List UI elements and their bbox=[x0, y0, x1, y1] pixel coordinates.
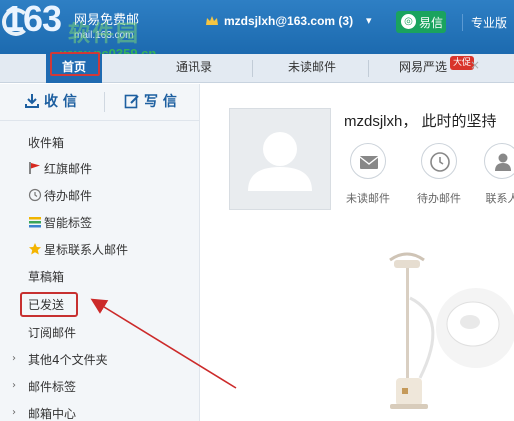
folder-mail-tags[interactable]: 邮件标签 bbox=[28, 378, 76, 396]
folder-label: 其他4个文件夹 bbox=[28, 353, 108, 367]
folder-inbox[interactable]: 收件箱 bbox=[28, 134, 64, 152]
clock-icon bbox=[421, 143, 457, 179]
write-label: 写 信 bbox=[144, 94, 177, 110]
pro-version-link[interactable]: 专业版 bbox=[462, 14, 507, 31]
chevron-right-icon[interactable]: › bbox=[12, 407, 16, 418]
tags-icon bbox=[29, 217, 41, 228]
folder-subscriptions[interactable]: 订阅邮件 bbox=[28, 324, 76, 342]
chevron-down-icon[interactable]: ▾ bbox=[366, 14, 372, 27]
watermark-text: 软件园 bbox=[68, 22, 141, 47]
quick-todo[interactable]: 待办邮件 bbox=[415, 143, 463, 206]
quick-contacts[interactable]: 联系人 bbox=[478, 143, 514, 206]
write-button[interactable]: 写 信 bbox=[124, 88, 194, 116]
folder-label: 智能标签 bbox=[44, 216, 93, 230]
tab-contacts[interactable]: 通讯录 bbox=[160, 54, 228, 83]
person-icon bbox=[484, 143, 514, 179]
folder-label: 红旗邮件 bbox=[44, 162, 93, 176]
folder-other[interactable]: 其他4个文件夹 bbox=[28, 351, 108, 369]
folder-todo[interactable]: 待办邮件 bbox=[28, 187, 92, 205]
star-icon bbox=[29, 243, 41, 255]
receive-button[interactable]: 收 信 bbox=[24, 88, 104, 116]
divider bbox=[104, 92, 105, 112]
account-menu[interactable]: mzdsjlxh@163.com (3) bbox=[224, 14, 353, 28]
folder-red-flag[interactable]: 红旗邮件 bbox=[28, 160, 92, 178]
folder-mail-center[interactable]: 邮箱中心 bbox=[28, 405, 76, 421]
chevron-right-icon[interactable]: › bbox=[12, 353, 16, 364]
close-icon[interactable]: × bbox=[470, 58, 480, 72]
greeting-text: mzdsjlxh， 此时的坚持 bbox=[344, 113, 497, 130]
clock-icon bbox=[28, 188, 42, 202]
tab-unread[interactable]: 未读邮件 bbox=[276, 54, 348, 83]
folder-label: 星标联系人邮件 bbox=[44, 243, 129, 257]
avatar[interactable] bbox=[229, 108, 331, 210]
top-header: 163 网易免费邮 mail.163.com 软件园 www.pc0359.cn… bbox=[0, 0, 514, 61]
folder-label: 草稿箱 bbox=[28, 270, 65, 284]
tab-separator bbox=[252, 60, 253, 77]
tab-separator bbox=[368, 60, 369, 77]
compose-row: 收 信 写 信 bbox=[0, 84, 200, 121]
red-flag-icon bbox=[29, 162, 40, 174]
folder-label: 邮箱中心 bbox=[28, 407, 77, 421]
folder-smart-tags[interactable]: 智能标签 bbox=[28, 214, 92, 232]
chevron-right-icon[interactable]: › bbox=[12, 380, 16, 391]
highlight-home-tab bbox=[50, 52, 100, 76]
edit-icon bbox=[124, 94, 139, 109]
quick-todo-label: 待办邮件 bbox=[417, 192, 461, 205]
yixin-icon: ◎ bbox=[401, 14, 416, 29]
quick-unread[interactable]: 未读邮件 bbox=[344, 143, 392, 206]
folder-drafts[interactable]: 草稿箱 bbox=[28, 268, 64, 286]
tab-yanxuan[interactable]: 网易严选 bbox=[390, 54, 456, 83]
highlight-sent-folder bbox=[20, 292, 78, 317]
receive-label: 收 信 bbox=[44, 94, 77, 110]
garment-steamer-ad-image[interactable] bbox=[380, 238, 514, 421]
yixin-button[interactable]: ◎ 易信 bbox=[396, 11, 446, 33]
quick-unread-label: 未读邮件 bbox=[346, 192, 390, 205]
account-email: mzdsjlxh@163.com bbox=[224, 14, 336, 28]
folder-label: 收件箱 bbox=[28, 136, 65, 150]
envelope-icon bbox=[350, 143, 386, 179]
unread-count: (3) bbox=[338, 14, 354, 28]
crown-icon bbox=[206, 16, 218, 25]
yixin-label: 易信 bbox=[419, 16, 444, 30]
folder-label: 邮件标签 bbox=[28, 380, 77, 394]
folder-label: 订阅邮件 bbox=[28, 326, 77, 340]
folder-starred-contacts[interactable]: 星标联系人邮件 bbox=[28, 241, 128, 259]
download-icon bbox=[25, 94, 39, 108]
folder-label: 待办邮件 bbox=[44, 189, 93, 203]
default-avatar-icon bbox=[248, 132, 312, 191]
logo-number[interactable]: 163 bbox=[4, 0, 62, 40]
quick-contacts-label: 联系人 bbox=[485, 192, 514, 205]
